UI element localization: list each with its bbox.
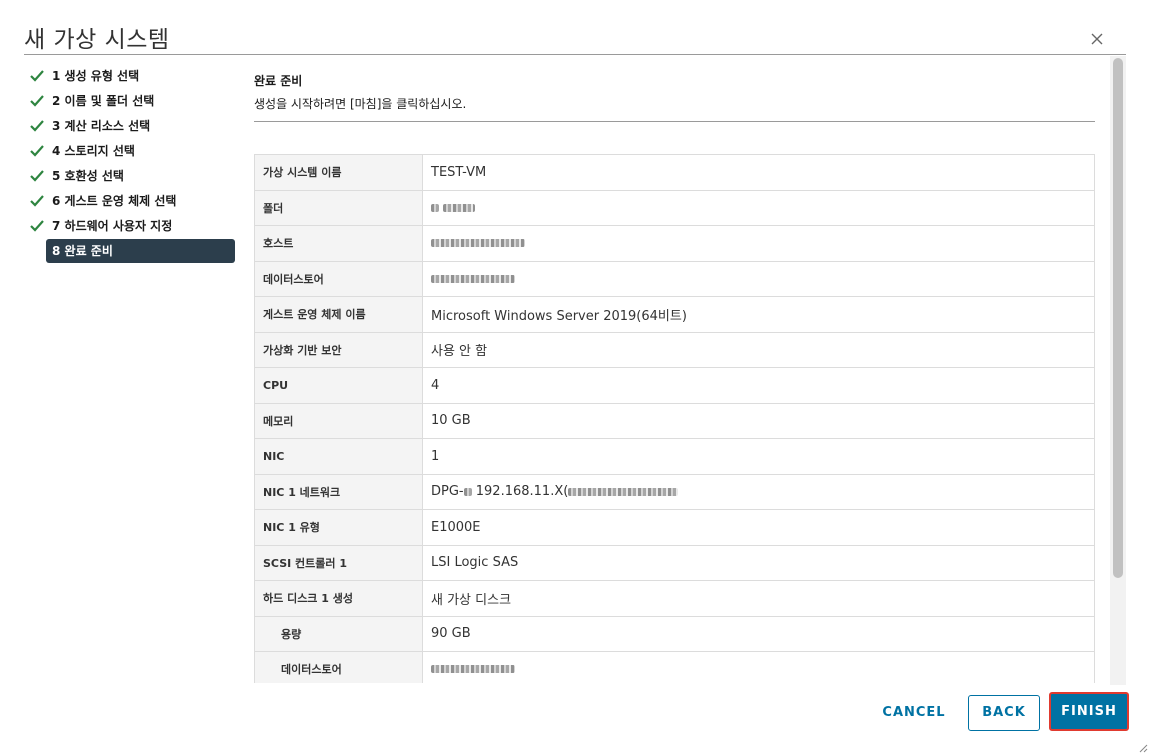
row-value: 새 가상 디스크 bbox=[422, 580, 1095, 617]
table-row: CPU 4 bbox=[254, 367, 1095, 404]
table-row: 하드 디스크 1 생성 새 가상 디스크 bbox=[254, 580, 1095, 617]
table-row: 가상 시스템 이름 TEST-VM bbox=[254, 154, 1095, 191]
check-icon bbox=[30, 95, 44, 107]
step-label: 1 생성 유형 선택 bbox=[52, 69, 140, 83]
close-icon[interactable] bbox=[1088, 30, 1106, 48]
step-label: 7 하드웨어 사용자 지정 bbox=[52, 219, 173, 233]
step-label: 5 호환성 선택 bbox=[52, 169, 124, 183]
step-5[interactable]: 5 호환성 선택 bbox=[28, 164, 238, 189]
section-subtitle: 생성을 시작하려면 [마침]을 클릭하십시오. bbox=[254, 97, 467, 111]
step-8-active[interactable]: 8 완료 준비 bbox=[46, 239, 235, 263]
redacted-text bbox=[463, 487, 472, 496]
row-value: LSI Logic SAS bbox=[422, 544, 1095, 581]
redacted-text bbox=[443, 203, 476, 212]
step-label: 3 계산 리소스 선택 bbox=[52, 119, 151, 133]
title-divider bbox=[24, 54, 1126, 55]
row-key: 데이터스토어 bbox=[254, 260, 423, 297]
row-key: 용량 bbox=[254, 615, 423, 652]
row-value: 사용 안 함 bbox=[422, 331, 1095, 368]
check-icon bbox=[30, 195, 44, 207]
row-key: CPU bbox=[254, 367, 423, 404]
ready-to-complete-panel: 완료 준비 생성을 시작하려면 [마침]을 클릭하십시오. 가상 시스템 이름 T… bbox=[254, 62, 1096, 683]
redacted-text bbox=[431, 239, 525, 248]
table-row: 게스트 운영 체제 이름 Microsoft Windows Server 201… bbox=[254, 296, 1095, 333]
redacted-text bbox=[568, 487, 679, 496]
step-7[interactable]: 7 하드웨어 사용자 지정 bbox=[28, 214, 238, 239]
row-value: 10 GB bbox=[422, 402, 1095, 439]
step-label: 6 게스트 운영 체제 선택 bbox=[52, 194, 177, 208]
table-row: 호스트 bbox=[254, 225, 1095, 262]
scrollbar-thumb[interactable] bbox=[1113, 58, 1123, 578]
table-row: 가상화 기반 보안 사용 안 함 bbox=[254, 331, 1095, 368]
redacted-text bbox=[431, 274, 515, 283]
resize-handle-icon[interactable] bbox=[1138, 743, 1148, 753]
new-vm-dialog: 새 가상 시스템 1 생성 유형 선택 2 이름 및 폴더 선택 3 계산 리소… bbox=[0, 0, 1150, 755]
network-suffix: 192.168.11.X( bbox=[475, 484, 569, 500]
section-divider bbox=[254, 121, 1095, 122]
table-row: 데이터스토어 bbox=[254, 651, 1095, 683]
row-value-redacted bbox=[422, 651, 1095, 683]
network-prefix: DPG- bbox=[431, 484, 464, 500]
row-key: NIC 1 유형 bbox=[254, 509, 423, 546]
check-icon bbox=[30, 145, 44, 157]
cancel-button[interactable]: CANCEL bbox=[876, 695, 952, 731]
row-value-redacted bbox=[422, 225, 1095, 262]
table-row: 용량 90 GB bbox=[254, 615, 1095, 652]
row-key: 가상화 기반 보안 bbox=[254, 331, 423, 368]
row-key: NIC 1 네트워크 bbox=[254, 473, 423, 510]
check-icon bbox=[30, 220, 44, 232]
table-row: 메모리 10 GB bbox=[254, 402, 1095, 439]
row-value: 90 GB bbox=[422, 615, 1095, 652]
row-value-redacted bbox=[422, 260, 1095, 297]
step-4[interactable]: 4 스토리지 선택 bbox=[28, 139, 238, 164]
dialog-title: 새 가상 시스템 bbox=[24, 27, 170, 53]
wizard-steps: 1 생성 유형 선택 2 이름 및 폴더 선택 3 계산 리소스 선택 4 스토… bbox=[28, 64, 238, 263]
row-key: SCSI 컨트롤러 1 bbox=[254, 544, 423, 581]
row-key: 게스트 운영 체제 이름 bbox=[254, 296, 423, 333]
row-key: 데이터스토어 bbox=[254, 651, 423, 683]
section-title: 완료 준비 bbox=[254, 74, 303, 88]
table-row: 폴더 bbox=[254, 189, 1095, 226]
row-key: 하드 디스크 1 생성 bbox=[254, 580, 423, 617]
check-icon bbox=[30, 70, 44, 82]
row-value: TEST-VM bbox=[422, 154, 1095, 191]
row-value: Microsoft Windows Server 2019(64비트) bbox=[422, 296, 1095, 333]
row-key: 메모리 bbox=[254, 402, 423, 439]
table-row: NIC 1 유형 E1000E bbox=[254, 509, 1095, 546]
back-button[interactable]: BACK bbox=[968, 695, 1040, 731]
row-value: E1000E bbox=[422, 509, 1095, 546]
step-label: 8 완료 준비 bbox=[52, 244, 113, 258]
row-key: 가상 시스템 이름 bbox=[254, 154, 423, 191]
check-icon bbox=[30, 170, 44, 182]
row-key: 호스트 bbox=[254, 225, 423, 262]
step-3[interactable]: 3 계산 리소스 선택 bbox=[28, 114, 238, 139]
step-1[interactable]: 1 생성 유형 선택 bbox=[28, 64, 238, 89]
row-value-redacted bbox=[422, 189, 1095, 226]
summary-table: 가상 시스템 이름 TEST-VM 폴더 호스트 데이터스토어 게스트 운영 체제… bbox=[254, 154, 1095, 683]
finish-button[interactable]: FINISH bbox=[1049, 692, 1129, 731]
table-row: NIC 1 네트워크 DPG- 192.168.11.X( bbox=[254, 473, 1095, 510]
table-row: NIC 1 bbox=[254, 438, 1095, 475]
step-2[interactable]: 2 이름 및 폴더 선택 bbox=[28, 89, 238, 114]
table-row: SCSI 컨트롤러 1 LSI Logic SAS bbox=[254, 544, 1095, 581]
row-key: 폴더 bbox=[254, 189, 423, 226]
row-value: 1 bbox=[422, 438, 1095, 475]
step-label: 4 스토리지 선택 bbox=[52, 144, 135, 158]
row-value: 4 bbox=[422, 367, 1095, 404]
check-icon bbox=[30, 120, 44, 132]
table-row: 데이터스토어 bbox=[254, 260, 1095, 297]
row-key: NIC bbox=[254, 438, 423, 475]
redacted-text bbox=[431, 665, 515, 674]
redacted-text bbox=[431, 203, 439, 212]
step-label: 2 이름 및 폴더 선택 bbox=[52, 94, 155, 108]
step-6[interactable]: 6 게스트 운영 체제 선택 bbox=[28, 189, 238, 214]
row-value-network: DPG- 192.168.11.X( bbox=[422, 473, 1095, 510]
